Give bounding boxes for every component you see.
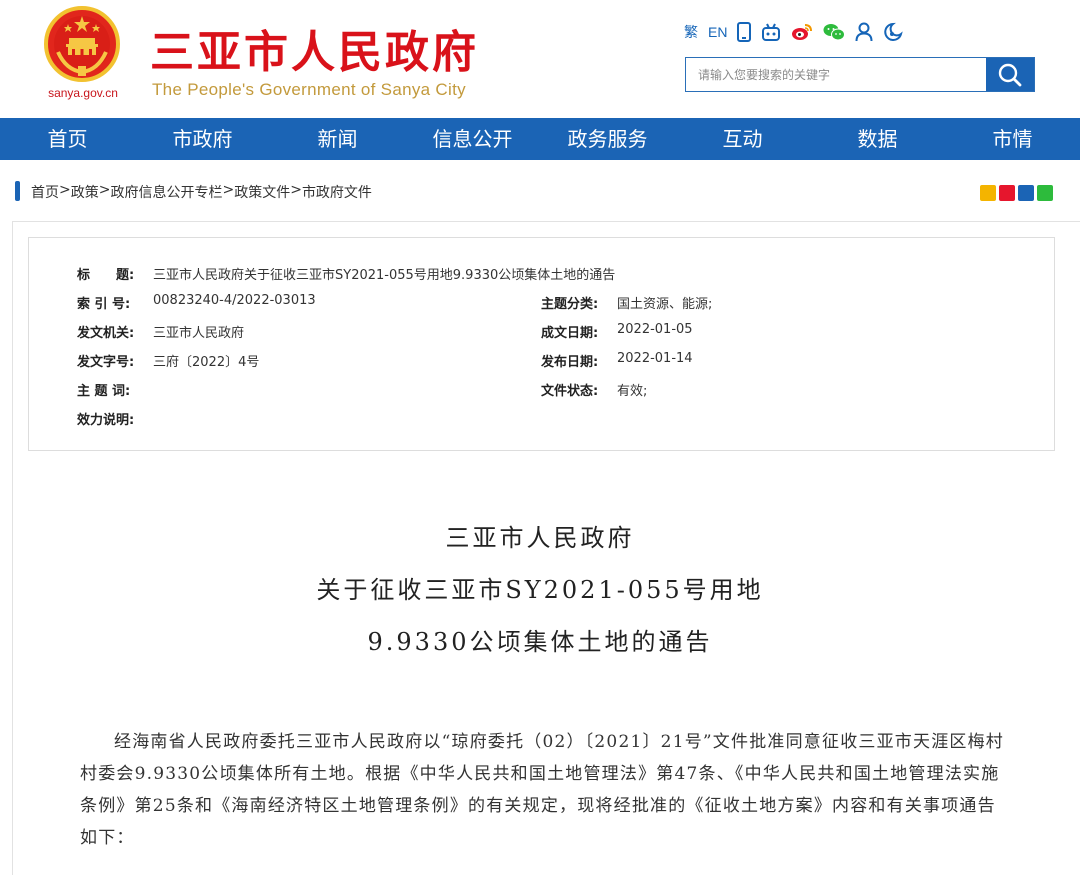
header-tools: 繁 EN — [684, 20, 904, 44]
meta-published-row: 发布日期: 2022-01-14 — [541, 351, 693, 370]
meta-title-value: 三亚市人民政府关于征收三亚市SY2021-055号用地9.9330公顷集体土地的… — [153, 268, 616, 283]
robot-icon[interactable] — [761, 21, 781, 43]
meta-validity-label: 效力说明: — [77, 413, 135, 428]
meta-created-value: 2022-01-05 — [617, 322, 693, 337]
search-button[interactable] — [986, 58, 1034, 91]
nav-item-government[interactable]: 市政府 — [135, 118, 270, 160]
breadcrumb-item-home[interactable]: 首页 — [31, 182, 59, 202]
breadcrumb-item-policy-docs[interactable]: 政策文件 — [234, 182, 290, 202]
meta-index-label: 索 引 号: — [77, 297, 131, 312]
breadcrumb-separator: > — [222, 182, 235, 198]
meta-validity-row: 效力说明: — [77, 409, 153, 428]
nav-item-interaction[interactable]: 互动 — [675, 118, 810, 160]
national-emblem-icon[interactable] — [44, 6, 120, 82]
meta-created-label: 成文日期: — [541, 326, 599, 341]
site-title[interactable]: 三亚市人民政府 — [150, 16, 479, 80]
nav-item-city[interactable]: 市情 — [945, 118, 1080, 160]
document-title-line-2: 关于征收三亚市SY2021-055号用地 — [316, 576, 764, 604]
qzone-share-icon[interactable] — [980, 185, 996, 201]
wechat-icon[interactable] — [823, 21, 846, 43]
meta-category-label: 主题分类: — [541, 297, 599, 312]
renren-share-icon[interactable] — [1018, 185, 1034, 201]
breadcrumb-item-city-docs[interactable]: 市政府文件 — [302, 182, 372, 202]
meta-category-row: 主题分类: 国土资源、能源; — [541, 293, 712, 312]
meta-docno-value: 三府〔2022〕4号 — [153, 355, 260, 370]
meta-published-value: 2022-01-14 — [617, 351, 693, 366]
user-icon[interactable] — [855, 21, 873, 43]
nav-item-news[interactable]: 新闻 — [270, 118, 405, 160]
site-domain: sanya.gov.cn — [48, 86, 118, 100]
search-input[interactable] — [686, 58, 986, 91]
meta-category-value: 国土资源、能源; — [617, 297, 713, 312]
meta-status-label: 文件状态: — [541, 384, 599, 399]
breadcrumb-separator: > — [59, 182, 71, 198]
document-paragraph: 经海南省人民政府委托三亚市人民政府以“琼府委托（02）〔2021〕21号”文件批… — [80, 732, 1005, 848]
meta-keywords-label: 主 题 词: — [77, 384, 131, 399]
nav-item-info-disclosure[interactable]: 信息公开 — [405, 118, 540, 160]
meta-issuer-value: 三亚市人民政府 — [153, 326, 245, 341]
english-link[interactable]: EN — [708, 21, 727, 43]
document-body: 经海南省人民政府委托三亚市人民政府以“琼府委托（02）〔2021〕21号”文件批… — [80, 726, 1010, 854]
breadcrumb-item-policy[interactable]: 政策 — [71, 182, 99, 202]
breadcrumb-marker — [15, 181, 20, 201]
meta-keywords-row: 主 题 词: — [77, 380, 153, 399]
weibo-share-icon[interactable] — [999, 185, 1015, 201]
breadcrumb-separator: > — [290, 182, 302, 198]
meta-issuer-row: 发文机关: 三亚市人民政府 — [77, 322, 244, 341]
mobile-icon[interactable] — [737, 21, 752, 43]
meta-title-row: 标 题: 三亚市人民政府关于征收三亚市SY2021-055号用地9.9330公顷… — [77, 264, 615, 283]
document-title-line-3: 9.9330公顷集体土地的通告 — [367, 628, 713, 656]
nav-item-data[interactable]: 数据 — [810, 118, 945, 160]
meta-created-row: 成文日期: 2022-01-05 — [541, 322, 693, 341]
document-title-line-1: 三亚市人民政府 — [445, 524, 635, 552]
meta-status-value: 有效; — [617, 384, 648, 399]
wechat-share-icon[interactable] — [1037, 185, 1053, 201]
meta-index-value: 00823240-4/2022-03013 — [153, 293, 316, 308]
meta-index-row: 索 引 号: 00823240-4/2022-03013 — [77, 293, 316, 312]
breadcrumb-item-disclosure[interactable]: 政府信息公开专栏 — [110, 182, 222, 202]
meta-issuer-label: 发文机关: — [77, 326, 135, 341]
meta-docno-label: 发文字号: — [77, 355, 135, 370]
meta-published-label: 发布日期: — [541, 355, 599, 370]
breadcrumb-bar: 首页 > 政策 > 政府信息公开专栏 > 政策文件 > 市政府文件 — [0, 176, 1080, 206]
elderly-mode-icon[interactable] — [883, 21, 904, 43]
share-buttons — [980, 185, 1053, 201]
meta-title-label: 标 题: — [77, 268, 135, 283]
search-box — [685, 57, 1035, 92]
traditional-chinese-link[interactable]: 繁 — [684, 21, 698, 43]
site-subtitle: The People's Government of Sanya City — [152, 80, 466, 99]
site-header: sanya.gov.cn 三亚市人民政府 The People's Govern… — [0, 0, 1080, 118]
meta-status-row: 文件状态: 有效; — [541, 380, 647, 399]
breadcrumb: 首页 > 政策 > 政府信息公开专栏 > 政策文件 > 市政府文件 — [31, 182, 372, 202]
main-nav: 首页 市政府 新闻 信息公开 政务服务 互动 数据 市情 — [0, 118, 1080, 160]
breadcrumb-separator: > — [98, 182, 111, 198]
weibo-icon[interactable] — [791, 21, 813, 43]
nav-item-home[interactable]: 首页 — [0, 118, 135, 160]
meta-docno-row: 发文字号: 三府〔2022〕4号 — [77, 351, 259, 370]
search-icon — [998, 63, 1022, 86]
nav-item-services[interactable]: 政务服务 — [540, 118, 675, 160]
